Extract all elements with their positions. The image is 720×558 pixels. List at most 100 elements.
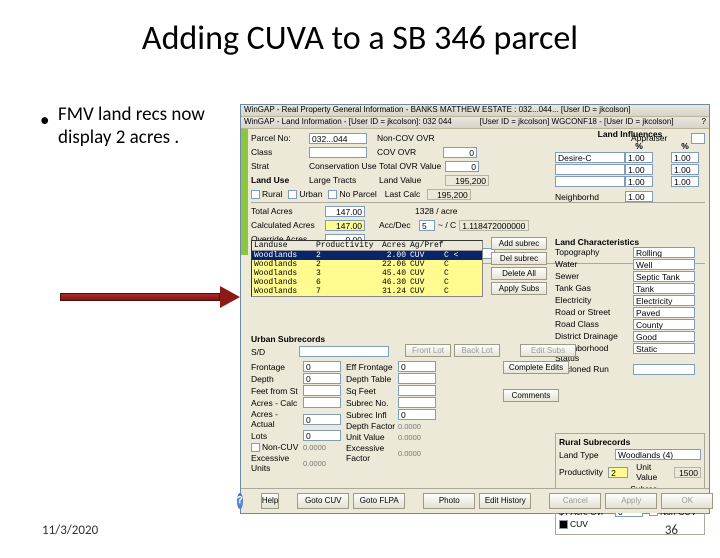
depthtable-field[interactable] [398, 373, 436, 384]
feetfromst-field[interactable] [303, 385, 341, 396]
bullet-content: FMV land recs now display 2 acres . [58, 103, 205, 149]
table-row[interactable]: Woodlands222.06CUVC [252, 260, 482, 269]
calc-acres-label: Calculated Acres [251, 220, 325, 230]
back-lot-button: Back Lot [454, 344, 500, 357]
land-char-header: Land Characteristics [555, 237, 705, 247]
per-acre-text: 1328 / acre [415, 206, 458, 216]
front-lot-button: Front Lot [405, 344, 451, 357]
infl-name-1[interactable] [555, 164, 625, 175]
complete-edits-button[interactable]: Complete Edits [503, 361, 569, 374]
tankgas-field[interactable]: Tank [633, 283, 695, 294]
total-acres-field[interactable]: 147.00 [325, 206, 365, 217]
frontage-field[interactable]: 0 [303, 361, 341, 372]
help-hint-icon[interactable]: ? [702, 117, 706, 128]
subrecno-field[interactable] [398, 397, 436, 408]
del-subrec-button[interactable]: Del subrec [491, 252, 547, 265]
road-field[interactable]: Paved [633, 307, 695, 318]
strat-label: Strat [251, 161, 309, 171]
table-row[interactable]: Woodlands646.30CUVC [252, 278, 482, 287]
accdec-label: Acc/Dec [379, 220, 419, 230]
class-label: Class [251, 147, 309, 157]
slide-title: Adding CUVA to a SB 346 parcel [0, 18, 720, 59]
rural-radio[interactable]: Rural [251, 189, 282, 199]
infl-name-0[interactable]: Desire-C [555, 152, 625, 163]
total-ovr-label: Total OVR Value [379, 161, 445, 171]
titlebar-sub-right: [User ID = jkcolson] WGCONF18 - [User ID… [480, 117, 674, 128]
edit-history-button[interactable]: Edit History [479, 493, 531, 509]
unit-value-label: Unit Value [636, 462, 670, 482]
infl-v1-2[interactable]: 1.00 [625, 176, 653, 187]
land-influences-header: Land Influences [555, 129, 705, 139]
accdec-value: 1.118472000000 [459, 220, 529, 231]
button-bar: ? Help Goto CUV Goto FLPA Photo Edit His… [241, 488, 709, 513]
apply-subs-button[interactable]: Apply Subs [491, 282, 547, 295]
land-records-header: LanduseProductivityAcresAg/Pref [252, 241, 482, 251]
total-ovr-field[interactable]: 0 [445, 161, 479, 172]
class-field[interactable] [309, 147, 367, 158]
goto-flpa-button[interactable]: Goto FLPA [353, 493, 405, 509]
noncuv-check[interactable]: Non-CUV [251, 442, 303, 452]
sidebar-strip [241, 129, 248, 237]
titlebar-sub-left: WinGAP - Land Information - [User ID = j… [244, 117, 452, 128]
add-subrec-button[interactable]: Add subrec [491, 237, 547, 250]
sewer-field[interactable]: Septic Tank [633, 271, 695, 282]
comments-button[interactable]: Comments [503, 389, 559, 402]
landtype-field[interactable]: Woodlands (4) [615, 449, 701, 460]
photo-button[interactable]: Photo [423, 493, 475, 509]
electricity-field[interactable]: Electricity [633, 295, 695, 306]
help-icon[interactable]: ? [237, 493, 243, 509]
urban-subrecords-header: Urban Subrecords [251, 334, 705, 344]
goto-cuv-button[interactable]: Goto CUV [297, 493, 349, 509]
acresactual-field[interactable]: 0 [303, 414, 341, 425]
land-records-table[interactable]: LanduseProductivityAcresAg/Pref Woodland… [251, 240, 483, 297]
last-calc-label: Last Calc [385, 189, 427, 199]
topography-field[interactable]: Rolling [633, 247, 695, 258]
infl-v2-1[interactable]: 1.00 [671, 164, 699, 175]
noncov-label: Non-COV OVR [377, 133, 443, 143]
parcel-no-field[interactable]: 032...044 [309, 133, 367, 144]
large-tracts-label: Large Tracts [309, 175, 379, 185]
apply-button: Apply [605, 493, 657, 509]
noparcel-radio[interactable]: No Parcel [328, 189, 376, 199]
sqfeet-field[interactable] [398, 385, 436, 396]
infl-v2-2[interactable]: 1.00 [671, 176, 699, 187]
cuv-rural-check[interactable]: CUV [559, 519, 588, 529]
delete-all-button[interactable]: Delete All [491, 267, 547, 280]
accdec-field[interactable]: 5 [419, 220, 435, 231]
sidebar-strip-2 [241, 237, 248, 255]
depth-field[interactable]: 0 [303, 373, 341, 384]
sd-field[interactable] [299, 346, 389, 357]
app-window: WinGAP - Real Property General Informati… [240, 104, 710, 514]
last-calc-field: 195,200 [427, 189, 471, 200]
accdec-sym: ~ / C [438, 220, 456, 230]
infl-v1-1[interactable]: 1.00 [625, 164, 653, 175]
rural-subrecords-header: Rural Subrecords [559, 437, 701, 447]
productivity-field[interactable]: 2 [608, 467, 628, 478]
bullet-dot: • [40, 110, 49, 133]
infl-name-2[interactable] [555, 176, 625, 187]
total-acres-label: Total Acres [251, 206, 325, 216]
water-field[interactable]: Well [633, 259, 695, 270]
help-button[interactable]: Help [261, 493, 279, 509]
table-row[interactable]: Woodlands22.00CUVC < [252, 251, 482, 260]
table-row[interactable]: Woodlands345.40CUVC [252, 269, 482, 278]
land-influences-panel: Land Influences %% Desire-C1.001.00 1.00… [555, 129, 705, 203]
subrecinfl-field[interactable]: 0 [398, 409, 436, 420]
nbhd-field[interactable]: 1.00 [625, 191, 653, 202]
infl-v1-0[interactable]: 1.00 [625, 152, 653, 163]
urban-radio[interactable]: Urban [288, 189, 322, 199]
lots-field[interactable]: 0 [303, 430, 341, 441]
efffrontage-field[interactable]: 0 [398, 361, 436, 372]
infl-v2-0[interactable]: 1.00 [671, 152, 699, 163]
acrescalc-field[interactable] [303, 397, 341, 408]
titlebar-main: WinGAP - Real Property General Informati… [241, 105, 709, 117]
ok-button: OK [661, 493, 713, 509]
conservation-use-label: Conservation Use [309, 161, 379, 171]
cov-ovr-field[interactable]: 0 [443, 147, 477, 158]
parcel-no-label: Parcel No: [251, 133, 309, 143]
calc-acres-field: 147.00 [325, 220, 365, 231]
sd-label: S/D [251, 347, 299, 357]
table-row[interactable]: Woodlands731.24CUVC [252, 287, 482, 296]
roadclass-field[interactable]: County [633, 319, 695, 330]
cancel-button: Cancel [549, 493, 601, 509]
